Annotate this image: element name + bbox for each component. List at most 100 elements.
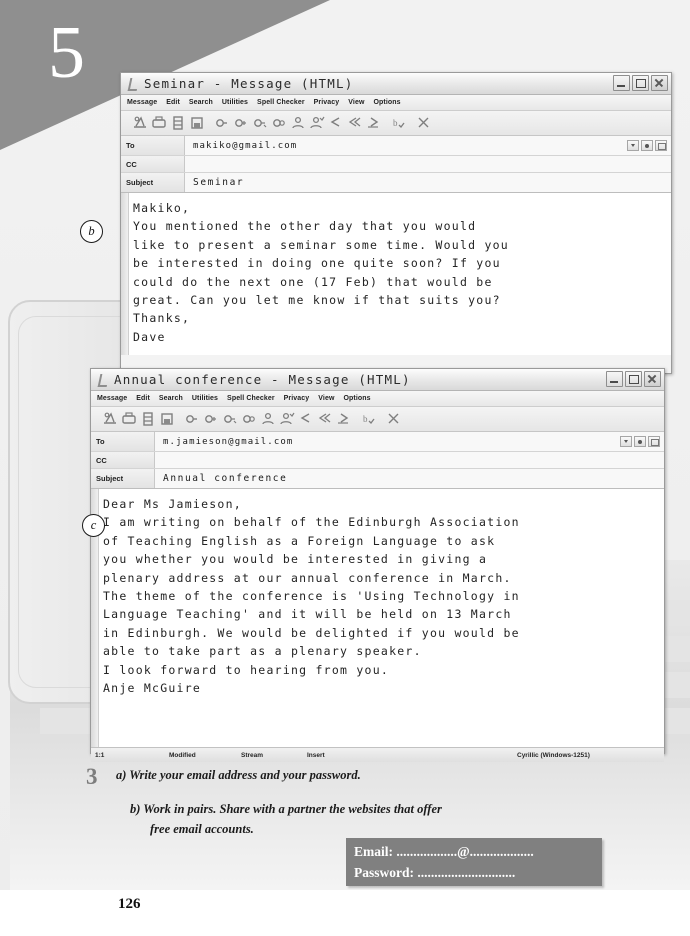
cc-input[interactable]	[155, 452, 664, 468]
subject-input[interactable]: Annual conference	[155, 469, 664, 488]
menu-bar[interactable]: Message Edit Search Utilities Spell Chec…	[91, 391, 664, 407]
menu-item-search[interactable]: Search	[159, 395, 183, 402]
subject-input[interactable]: Seminar	[185, 173, 671, 192]
link-icon-2[interactable]	[232, 114, 250, 132]
send-icon[interactable]	[101, 410, 119, 428]
to-input[interactable]: makiko@gmail.com	[185, 136, 623, 155]
toolbar-separator	[379, 410, 384, 428]
menu-item-utilities[interactable]: Utilities	[192, 395, 218, 402]
to-field-buttons[interactable]	[616, 432, 664, 451]
link-icon-4[interactable]	[270, 114, 288, 132]
select-recipient-icon[interactable]	[641, 140, 653, 151]
cc-field-row[interactable]: CC	[121, 156, 671, 173]
minimize-icon[interactable]	[606, 371, 623, 387]
forward-icon[interactable]	[335, 410, 353, 428]
envelope-icon	[126, 77, 140, 91]
close-icon[interactable]	[651, 75, 668, 91]
link-icon-3[interactable]	[251, 114, 269, 132]
close-icon[interactable]	[644, 371, 661, 387]
message-body[interactable]: Makiko, You mentioned the other day that…	[121, 193, 671, 355]
title-bar[interactable]: Annual conference - Message (HTML)	[91, 369, 664, 391]
address-book-icon[interactable]	[655, 140, 667, 151]
reply-icon[interactable]	[327, 114, 345, 132]
select-recipient-icon[interactable]	[634, 436, 646, 447]
print-icon[interactable]	[150, 114, 168, 132]
attach-icon[interactable]	[169, 114, 187, 132]
window-title: Seminar - Message (HTML)	[144, 76, 354, 91]
toolbar[interactable]: b	[91, 407, 664, 432]
menu-item-message[interactable]: Message	[97, 395, 127, 402]
subject-field-row[interactable]: Subject Annual conference	[91, 469, 664, 488]
menu-item-options[interactable]: Options	[374, 99, 401, 106]
spell-check-icon[interactable]: b	[360, 410, 378, 428]
header-fields[interactable]: To m.jamieson@gmail.com CC Subject Annua…	[91, 432, 664, 489]
save-icon[interactable]	[188, 114, 206, 132]
menu-item-message[interactable]: Message	[127, 99, 157, 106]
body-line: able to take part as a plenary speaker.	[103, 644, 422, 659]
to-input[interactable]: m.jamieson@gmail.com	[155, 432, 616, 451]
link-icon-1[interactable]	[183, 410, 201, 428]
window-controls[interactable]	[606, 371, 661, 387]
menu-item-options[interactable]: Options	[344, 395, 371, 402]
link-icon-3[interactable]	[221, 410, 239, 428]
cc-field-row[interactable]: CC	[91, 452, 664, 469]
contact-icon[interactable]	[289, 114, 307, 132]
menu-item-edit[interactable]: Edit	[136, 395, 150, 402]
envelope-icon	[96, 373, 110, 387]
toolbar-separator	[177, 410, 182, 428]
body-line: The theme of the conference is 'Using Te…	[103, 589, 520, 604]
body-line: great. Can you let me know if that suits…	[133, 293, 501, 308]
email-window-seminar[interactable]: Seminar - Message (HTML) Message Edit Se…	[120, 72, 672, 374]
close-x-icon[interactable]	[415, 114, 433, 132]
subject-field-row[interactable]: Subject Seminar	[121, 173, 671, 192]
body-line: plenary address at our annual conference…	[103, 570, 512, 585]
body-line: You mentioned the other day that you wou…	[133, 219, 477, 234]
body-line: I look forward to hearing from you.	[103, 662, 390, 677]
spell-check-icon[interactable]: b	[390, 114, 408, 132]
reply-icon[interactable]	[297, 410, 315, 428]
attach-icon[interactable]	[139, 410, 157, 428]
maximize-icon[interactable]	[632, 75, 649, 91]
send-icon[interactable]	[131, 114, 149, 132]
save-icon[interactable]	[158, 410, 176, 428]
menu-item-privacy[interactable]: Privacy	[284, 395, 310, 402]
dropdown-caret-icon[interactable]	[627, 140, 639, 151]
menu-bar[interactable]: Message Edit Search Utilities Spell Chec…	[121, 95, 671, 111]
menu-item-spell-checker[interactable]: Spell Checker	[257, 99, 305, 106]
menu-item-view[interactable]: View	[318, 395, 334, 402]
link-icon-1[interactable]	[213, 114, 231, 132]
menu-item-search[interactable]: Search	[189, 99, 213, 106]
forward-icon[interactable]	[365, 114, 383, 132]
reply-all-icon[interactable]	[346, 114, 364, 132]
link-icon-2[interactable]	[202, 410, 220, 428]
reply-all-icon[interactable]	[316, 410, 334, 428]
window-controls[interactable]	[613, 75, 668, 91]
maximize-icon[interactable]	[625, 371, 642, 387]
link-icon-4[interactable]	[240, 410, 258, 428]
message-body[interactable]: Dear Ms Jamieson, I am writing on behalf…	[91, 489, 664, 747]
minimize-icon[interactable]	[613, 75, 630, 91]
menu-item-utilities[interactable]: Utilities	[222, 99, 248, 106]
contact-icon[interactable]	[259, 410, 277, 428]
email-window-conference[interactable]: Annual conference - Message (HTML) Messa…	[90, 368, 665, 762]
toolbar[interactable]: b	[121, 111, 671, 136]
exercise-number: 3	[86, 764, 98, 789]
to-field-buttons[interactable]	[623, 136, 671, 155]
to-field-row[interactable]: To m.jamieson@gmail.com	[91, 432, 664, 452]
dropdown-caret-icon[interactable]	[620, 436, 632, 447]
page-number: 126	[118, 896, 141, 912]
contact-check-icon[interactable]	[278, 410, 296, 428]
contact-check-icon[interactable]	[308, 114, 326, 132]
to-field-row[interactable]: To makiko@gmail.com	[121, 136, 671, 156]
menu-item-spell-checker[interactable]: Spell Checker	[227, 395, 275, 402]
address-book-icon[interactable]	[648, 436, 660, 447]
header-fields[interactable]: To makiko@gmail.com CC Subject Seminar	[121, 136, 671, 193]
menu-item-privacy[interactable]: Privacy	[314, 99, 340, 106]
menu-item-edit[interactable]: Edit	[166, 99, 180, 106]
print-icon[interactable]	[120, 410, 138, 428]
title-bar[interactable]: Seminar - Message (HTML)	[121, 73, 671, 95]
body-left-gutter	[121, 193, 129, 355]
cc-input[interactable]	[185, 156, 671, 172]
menu-item-view[interactable]: View	[348, 99, 364, 106]
close-x-icon[interactable]	[385, 410, 403, 428]
